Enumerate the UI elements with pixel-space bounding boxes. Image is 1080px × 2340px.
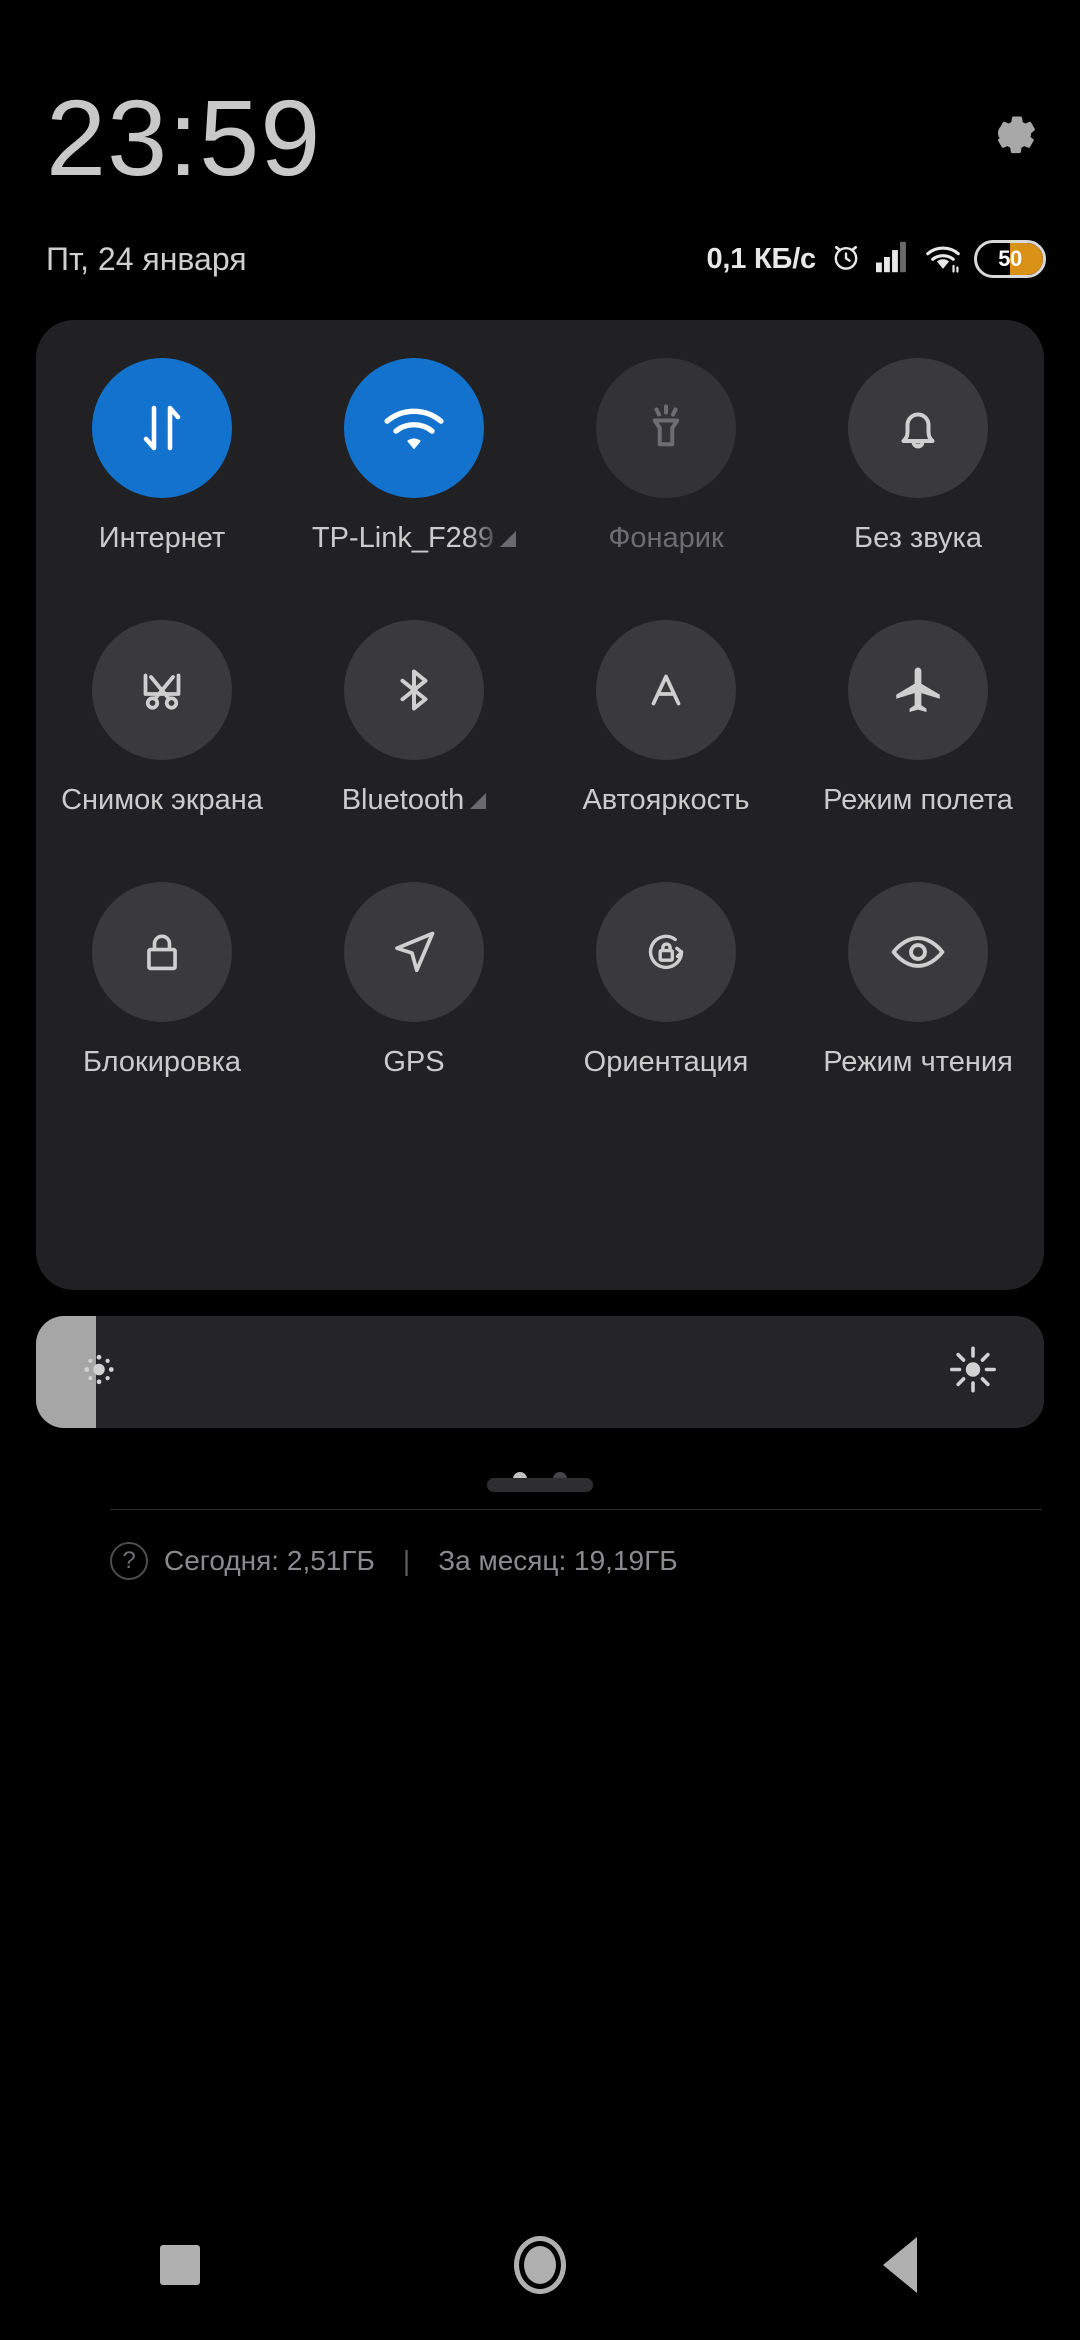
back-triangle-icon — [883, 2237, 917, 2293]
tile-label-wrap: Блокировка — [83, 1046, 241, 1079]
tile-airplane-mode[interactable]: Режим полета — [792, 620, 1044, 882]
tile-screen-lock[interactable]: Блокировка — [36, 882, 288, 1144]
cellular-signal-icon — [876, 241, 912, 278]
tile-icon-container[interactable] — [596, 358, 736, 498]
expand-triangle-icon[interactable] — [500, 530, 517, 547]
android-quick-settings-screen: 23:59 Пт, 24 января 0,1 КБ/с 50 Интернет… — [0, 0, 1080, 2340]
tile-bluetooth[interactable]: Bluetooth — [288, 620, 540, 882]
data-usage-today: Сегодня: 2,51ГБ — [164, 1545, 375, 1576]
brightness-slider[interactable] — [36, 1316, 1044, 1428]
tile-label: Bluetooth — [341, 784, 465, 816]
quick-settings-tile-grid: Интернет TP-Link_F289 Фонарик Без звука … — [36, 358, 1044, 1144]
tile-label-wrap: Снимок экрана — [61, 784, 263, 817]
auto-brightness-icon — [636, 660, 696, 720]
alarm-clock-icon — [829, 240, 863, 279]
network-speed-label: 0,1 КБ/с — [706, 243, 816, 275]
clock-time[interactable]: 23:59 — [46, 78, 321, 198]
tile-label-wrap: Режим чтения — [823, 1046, 1013, 1079]
rotation-lock-icon — [637, 923, 695, 981]
tile-silent-mode[interactable]: Без звука — [792, 358, 1044, 620]
tile-label-wrap: Без звука — [854, 522, 982, 555]
eye-icon — [887, 921, 949, 983]
tile-label: Ориентация — [583, 1046, 749, 1078]
tile-icon-container[interactable] — [848, 620, 988, 760]
tile-label: Интернет — [98, 522, 226, 554]
tile-internet[interactable]: Интернет — [36, 358, 288, 620]
recents-button[interactable] — [115, 2210, 245, 2320]
navigation-arrow-icon — [384, 922, 444, 982]
tile-label: Режим полета — [823, 784, 1013, 816]
tile-icon-container[interactable] — [92, 620, 232, 760]
quick-settings-panel: Интернет TP-Link_F289 Фонарик Без звука … — [36, 320, 1044, 1580]
tile-label-wrap: Автояркость — [582, 784, 749, 817]
battery-indicator: 50 — [974, 240, 1046, 278]
tile-icon-container[interactable] — [596, 620, 736, 760]
tile-label: Фонарик — [608, 522, 724, 554]
tile-label-wrap: Интернет — [99, 522, 226, 555]
panel-divider — [110, 1509, 1042, 1510]
tile-label: Режим чтения — [823, 1046, 1013, 1078]
bluetooth-icon — [384, 660, 444, 720]
tile-label-wrap: Фонарик — [608, 522, 723, 555]
wifi-icon — [925, 241, 961, 278]
tile-icon-container[interactable] — [92, 882, 232, 1022]
panel-drag-handle[interactable] — [487, 1478, 593, 1492]
tile-label-wrap: TP-Link_F289 — [311, 522, 517, 555]
data-usage-separator: | — [402, 1545, 411, 1576]
tile-reading-mode[interactable]: Режим чтения — [792, 882, 1044, 1144]
brightness-high-icon — [946, 1343, 1000, 1402]
tile-icon-container[interactable] — [848, 882, 988, 1022]
home-circle-icon — [514, 2236, 566, 2294]
tile-label: Без звука — [854, 522, 982, 554]
expand-triangle-icon[interactable] — [470, 792, 487, 809]
tile-label-wrap: GPS — [383, 1046, 444, 1079]
tile-icon-container[interactable] — [92, 358, 232, 498]
tile-label: TP-Link_F289 — [311, 522, 495, 554]
battery-level-label: 50 — [998, 246, 1022, 271]
tile-flashlight[interactable]: Фонарик — [540, 358, 792, 620]
status-row: Пт, 24 января 0,1 КБ/с 50 — [0, 237, 1080, 281]
data-usage-row[interactable]: ? Сегодня: 2,51ГБ | За месяц: 19,19ГБ — [110, 1536, 678, 1586]
tile-orientation-lock[interactable]: Ориентация — [540, 882, 792, 1144]
tile-label-wrap: Режим полета — [823, 784, 1013, 817]
tile-label-wrap: Ориентация — [584, 1046, 749, 1079]
flashlight-icon — [636, 398, 696, 458]
date-label: Пт, 24 января — [46, 241, 247, 277]
clock-header: 23:59 — [0, 78, 1080, 208]
tile-icon-container[interactable] — [344, 358, 484, 498]
tile-label: GPS — [383, 1046, 445, 1078]
status-icons: 0,1 КБ/с 50 — [706, 237, 1046, 281]
tile-gps[interactable]: GPS — [288, 882, 540, 1144]
recents-square-icon — [160, 2245, 200, 2285]
navigation-bar — [0, 2190, 1080, 2340]
lock-icon — [133, 923, 191, 981]
brightness-low-icon — [76, 1347, 122, 1398]
airplane-icon — [889, 661, 947, 719]
home-circle-inner — [524, 2246, 556, 2284]
screenshot-icon — [132, 660, 192, 720]
tile-icon-container[interactable] — [344, 620, 484, 760]
tile-label: Блокировка — [82, 1046, 242, 1078]
data-transfer-icon — [130, 396, 194, 460]
wifi-icon — [381, 395, 447, 461]
tile-label: Снимок экрана — [61, 784, 263, 816]
tile-icon-container[interactable] — [344, 882, 484, 1022]
back-button[interactable] — [835, 2210, 965, 2320]
gear-icon — [976, 102, 1038, 164]
tile-wifi[interactable]: TP-Link_F289 — [288, 358, 540, 620]
data-usage-month: За месяц: 19,19ГБ — [438, 1545, 678, 1576]
tile-icon-container[interactable] — [596, 882, 736, 1022]
settings-button[interactable] — [976, 102, 1038, 164]
question-mark-icon[interactable]: ? — [110, 1542, 148, 1580]
bell-icon — [888, 398, 948, 458]
home-button[interactable] — [475, 2210, 605, 2320]
tile-label-wrap: Bluetooth — [342, 784, 487, 817]
tile-icon-container[interactable] — [848, 358, 988, 498]
tile-screenshot[interactable]: Снимок экрана — [36, 620, 288, 882]
tile-auto-brightness[interactable]: Автояркость — [540, 620, 792, 882]
tile-label: Автояркость — [582, 784, 750, 816]
